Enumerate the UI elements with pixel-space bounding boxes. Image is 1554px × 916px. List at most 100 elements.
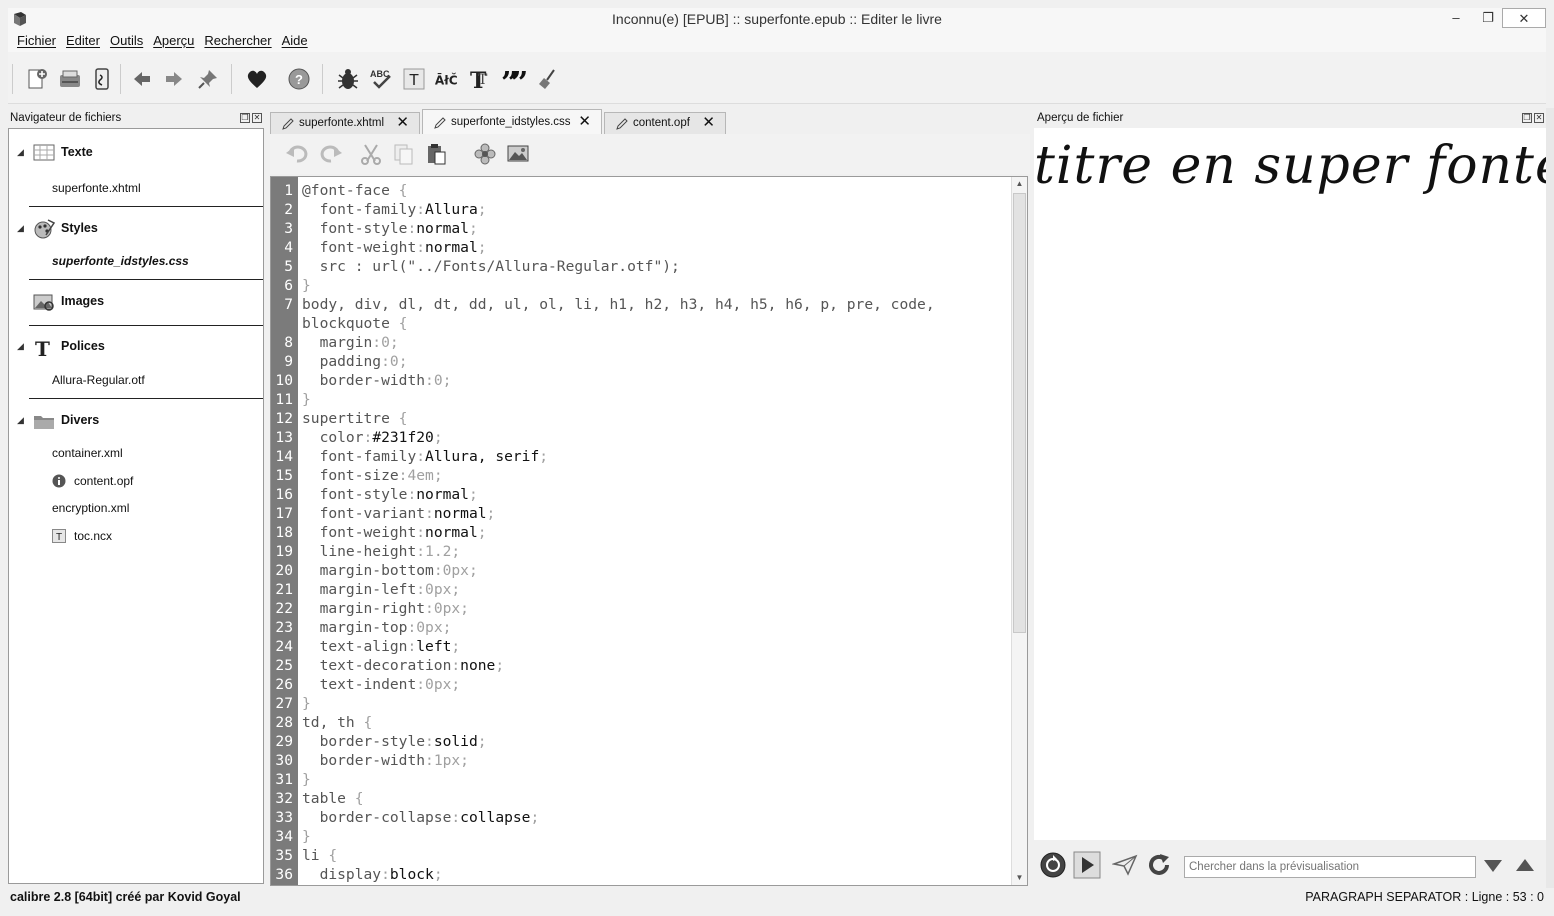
preview-vertical-scrollbar[interactable] bbox=[1546, 108, 1554, 888]
check-book-button[interactable] bbox=[335, 66, 361, 92]
close-tab-icon[interactable]: ✕ bbox=[578, 110, 591, 134]
tree-group-header[interactable]: Styles bbox=[29, 211, 263, 247]
menu-aide[interactable]: Aide bbox=[277, 32, 313, 50]
tree-group-header[interactable]: T Polices bbox=[29, 329, 263, 365]
minimize-button[interactable]: – bbox=[1440, 8, 1472, 28]
menu-apercu[interactable]: Aperçu bbox=[148, 32, 199, 50]
code-token: 4em bbox=[407, 467, 434, 484]
line-number: 31 bbox=[275, 771, 293, 788]
code-line: 24 text-align:left; bbox=[271, 637, 1013, 656]
line-number: 1 bbox=[284, 182, 293, 199]
beautify-button[interactable] bbox=[472, 142, 498, 166]
file-superfonte-idstyles-css[interactable]: superfonte_idstyles.css bbox=[52, 254, 189, 268]
donate-button[interactable] bbox=[244, 66, 270, 92]
text-button[interactable]: T bbox=[401, 66, 427, 92]
file-encryption-xml[interactable]: encryption.xml bbox=[52, 501, 129, 515]
code-token: text-indent bbox=[319, 676, 417, 693]
help-button[interactable]: ? bbox=[286, 66, 312, 92]
file-content-opf[interactable]: content.opf bbox=[74, 474, 133, 488]
float-dock-icon[interactable]: ❐ bbox=[240, 113, 250, 123]
status-bar: calibre 2.8 [64bit] créé par Kovid Goyal… bbox=[8, 888, 1546, 908]
code-token: text-align bbox=[319, 638, 408, 655]
close-dock-icon[interactable]: ✕ bbox=[252, 113, 262, 123]
menu-rechercher[interactable]: Rechercher bbox=[199, 32, 276, 50]
tree-group-header[interactable]: Divers bbox=[29, 403, 263, 439]
collapse-arrow-icon[interactable]: ◢ bbox=[17, 415, 24, 426]
tab-superfonte-xhtml[interactable]: superfonte.xhtml ✕ bbox=[270, 112, 420, 134]
float-dock-icon[interactable]: ❐ bbox=[1522, 113, 1532, 123]
new-file-button[interactable] bbox=[24, 66, 50, 92]
close-tab-icon[interactable]: ✕ bbox=[702, 113, 715, 133]
line-number: 30 bbox=[275, 752, 293, 769]
code-token: margin-left bbox=[319, 581, 417, 598]
line-number: 13 bbox=[275, 429, 293, 446]
find-previous-button[interactable] bbox=[1510, 850, 1540, 880]
menu-outils[interactable]: Outils bbox=[105, 32, 148, 50]
code-token: collapse bbox=[460, 809, 531, 826]
forward-button[interactable] bbox=[161, 66, 187, 92]
code-token: font-weight bbox=[319, 239, 417, 256]
find-next-button[interactable] bbox=[1478, 850, 1508, 880]
restore-button[interactable]: ❐ bbox=[1472, 8, 1504, 28]
line-number: 27 bbox=[275, 695, 293, 712]
collapse-arrow-icon[interactable]: ◢ bbox=[17, 147, 24, 158]
code-token: font-size bbox=[319, 467, 399, 484]
redo-button[interactable] bbox=[318, 142, 344, 166]
pin-button[interactable] bbox=[195, 66, 221, 92]
code-token: 0 bbox=[381, 334, 390, 351]
tree-separator bbox=[29, 398, 263, 399]
sync-preview-button[interactable] bbox=[1072, 850, 1102, 880]
undo-button[interactable] bbox=[284, 142, 310, 166]
checkpoint-button[interactable] bbox=[89, 66, 115, 92]
menu-editer[interactable]: Editer bbox=[61, 32, 105, 50]
auto-reload-button[interactable] bbox=[1038, 850, 1068, 880]
file-allura-regular-otf[interactable]: Allura-Regular.otf bbox=[52, 373, 145, 387]
file-superfonte-xhtml[interactable]: superfonte.xhtml bbox=[52, 181, 141, 195]
tree-group-label: Polices bbox=[61, 339, 105, 353]
code-editor[interactable]: 1 @font-face {2 font-family:Allura; 3 font… bbox=[270, 176, 1028, 886]
editor-vertical-scrollbar[interactable]: ▲ ▼ bbox=[1011, 177, 1027, 885]
code-token: padding bbox=[319, 353, 382, 370]
fonts-icon: TT bbox=[470, 68, 488, 92]
insert-image-button[interactable] bbox=[506, 142, 532, 166]
save-button[interactable] bbox=[57, 66, 83, 92]
refresh-preview-button[interactable] bbox=[1144, 850, 1174, 880]
code-token: 0 bbox=[433, 372, 443, 389]
collapse-arrow-icon[interactable]: ◢ bbox=[17, 341, 24, 352]
code-token: 0px bbox=[416, 619, 443, 636]
file-toc-ncx[interactable]: toc.ncx bbox=[74, 529, 112, 543]
close-dock-icon[interactable]: ✕ bbox=[1534, 113, 1544, 123]
file-preview-pane[interactable]: titre en super fonte bbox=[1034, 128, 1546, 840]
code-line: 4 font-weight:normal; bbox=[271, 238, 1013, 257]
forward-icon bbox=[166, 72, 182, 86]
close-tab-icon[interactable]: ✕ bbox=[396, 113, 409, 133]
code-token: supertitre bbox=[302, 410, 390, 427]
collapse-arrow-icon[interactable]: ◢ bbox=[17, 223, 24, 234]
fonts-button[interactable]: TT bbox=[468, 66, 494, 92]
spellcheck-button[interactable]: ABC bbox=[368, 66, 394, 92]
code-line: 21 margin-left:0px; bbox=[271, 580, 1013, 599]
tab-superfonte-idstyles-css[interactable]: superfonte_idstyles.css ✕ bbox=[422, 109, 602, 134]
donate-heart-icon bbox=[247, 70, 267, 88]
tree-group-header[interactable]: Texte bbox=[29, 135, 263, 171]
smart-quotes-button[interactable]: ”” bbox=[501, 66, 527, 92]
cut-button[interactable] bbox=[358, 142, 384, 166]
transliterate-button[interactable]: ĀłČ bbox=[434, 66, 460, 92]
scrollbar-thumb[interactable] bbox=[1013, 193, 1026, 633]
menu-fichier[interactable]: Fichier bbox=[12, 32, 61, 50]
paste-button[interactable] bbox=[423, 142, 449, 166]
split-button[interactable] bbox=[1110, 850, 1140, 880]
code-line: 26 text-indent:0px; bbox=[271, 675, 1013, 694]
back-button[interactable] bbox=[129, 66, 155, 92]
code-token: 1px bbox=[433, 752, 461, 769]
file-container-xml[interactable]: container.xml bbox=[52, 446, 123, 460]
scroll-up-icon[interactable]: ▲ bbox=[1012, 177, 1027, 191]
preview-search-input[interactable] bbox=[1184, 856, 1476, 878]
code-text: blockquote { bbox=[302, 314, 407, 333]
scroll-down-icon[interactable]: ▼ bbox=[1012, 871, 1027, 885]
copy-button[interactable] bbox=[390, 142, 416, 166]
tidy-button[interactable] bbox=[535, 66, 561, 92]
tree-group-header[interactable]: Images bbox=[29, 284, 263, 320]
close-window-button[interactable]: ✕ bbox=[1502, 8, 1546, 28]
tab-content-opf[interactable]: content.opf ✕ bbox=[604, 112, 726, 134]
